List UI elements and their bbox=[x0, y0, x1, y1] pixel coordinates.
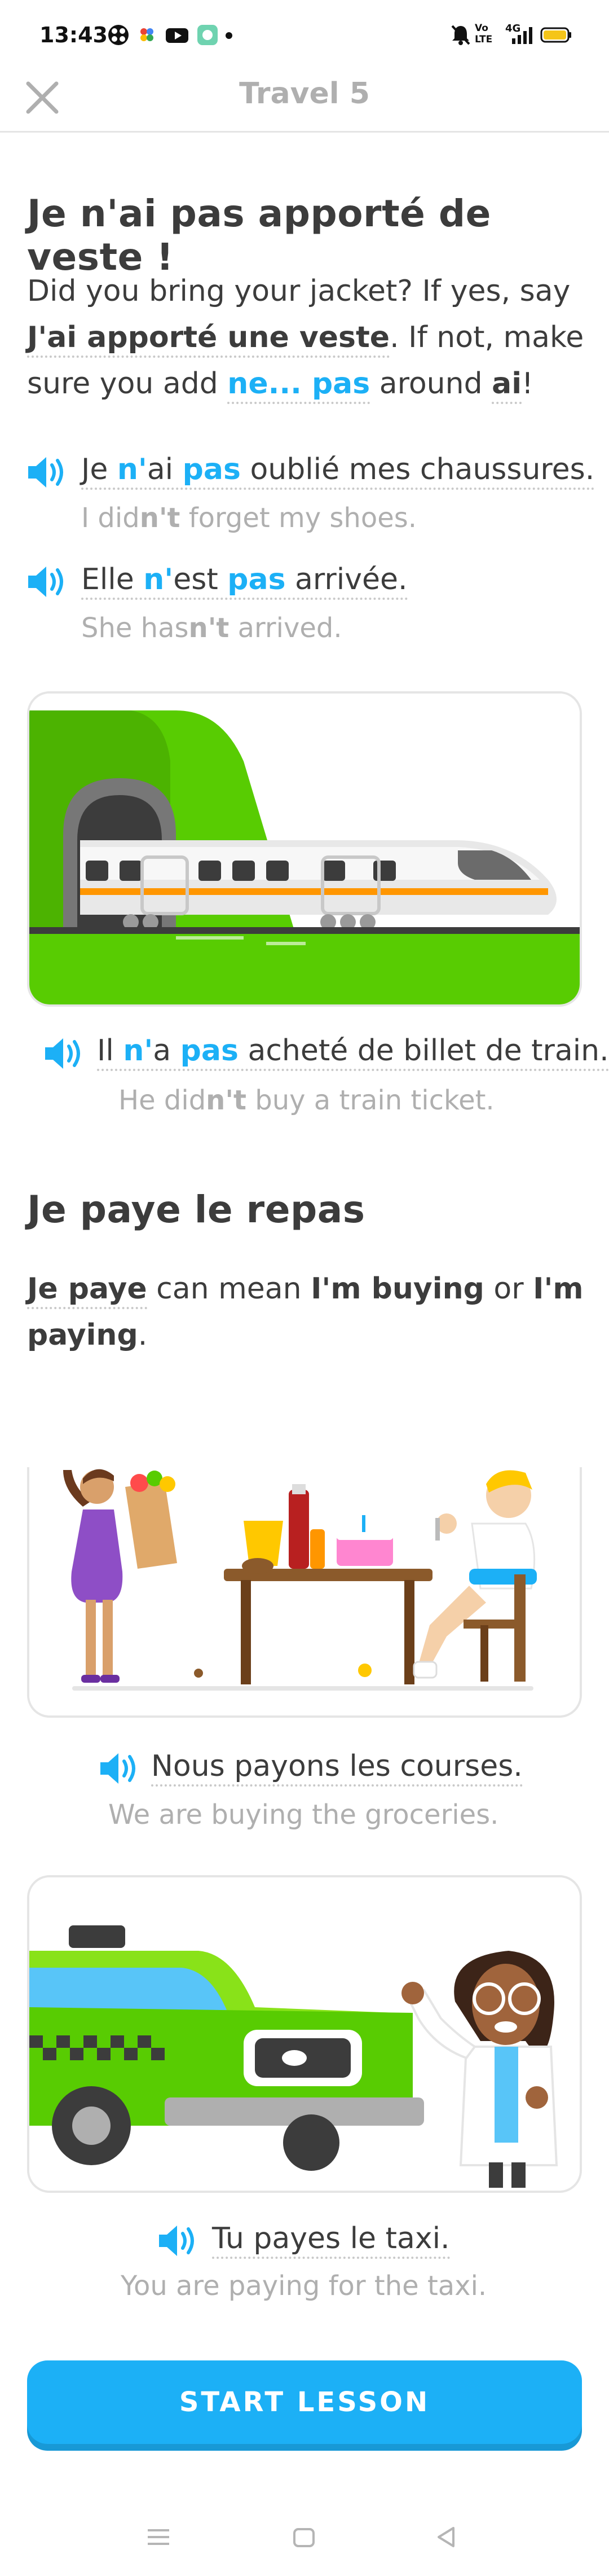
section-title-negation: Je n'ai pas apporté de veste ! bbox=[27, 192, 491, 279]
header-divider bbox=[0, 131, 609, 133]
status-time: 13:43 bbox=[39, 23, 108, 47]
section-description: Je paye can mean I'm buying or I'm payin… bbox=[27, 1272, 584, 1352]
speaker-icon[interactable] bbox=[97, 1751, 140, 1786]
speaker-icon[interactable] bbox=[25, 455, 68, 490]
example-sentence[interactable]: Tu payes le taxi. bbox=[212, 2222, 450, 2259]
pinwheel-notification-icon bbox=[140, 28, 153, 41]
more-notifications-dot-icon bbox=[226, 32, 232, 39]
back-icon[interactable] bbox=[434, 2525, 457, 2549]
example-translation: We are buying the groceries. bbox=[108, 1799, 499, 1831]
menu-icon[interactable] bbox=[147, 2527, 170, 2547]
intro-text: ! bbox=[522, 367, 533, 401]
intro-text: sure you add bbox=[27, 367, 228, 401]
intro-text: around bbox=[370, 367, 492, 401]
intro-highlight-ne-pas[interactable]: ne... pas bbox=[227, 367, 370, 404]
illustration-card-train bbox=[27, 691, 582, 1007]
intro-bold-ai[interactable]: ai bbox=[492, 367, 522, 404]
example-translation: He didn't buy a train ticket. bbox=[118, 1085, 495, 1116]
intro-text: Did you bring your jacket? If yes, say bbox=[27, 274, 571, 308]
battery-icon bbox=[540, 27, 571, 43]
groceries-illustration bbox=[29, 1467, 580, 1715]
home-icon[interactable] bbox=[292, 2527, 316, 2548]
example-sentence[interactable]: Nous payons les courses. bbox=[151, 1749, 523, 1787]
example-sentence[interactable]: Elle n'est pas arrivée. bbox=[81, 563, 408, 600]
page-title: Travel 5 bbox=[239, 77, 370, 111]
chat-notification-icon bbox=[197, 25, 218, 45]
intro-bold-phrase[interactable]: J'ai apporté une veste bbox=[27, 321, 390, 358]
speaker-icon[interactable] bbox=[42, 1036, 85, 1071]
illustration-card-taxi bbox=[27, 1875, 582, 2193]
app-notification-icon bbox=[108, 25, 129, 45]
speaker-icon[interactable] bbox=[156, 2223, 198, 2258]
taxi-illustration bbox=[29, 1877, 580, 2191]
system-nav-bar bbox=[0, 2505, 609, 2576]
section-title-payer: Je paye le repas bbox=[27, 1188, 365, 1231]
train-illustration bbox=[29, 694, 580, 1004]
speaker-icon[interactable] bbox=[25, 564, 68, 599]
signal-icon bbox=[512, 27, 532, 44]
youtube-notification-icon bbox=[166, 28, 188, 43]
start-lesson-button[interactable]: START LESSON bbox=[27, 2360, 582, 2444]
example-translation: You are paying for the taxi. bbox=[121, 2270, 487, 2302]
status-bar: 13:43 Vo LTE 4G bbox=[0, 0, 609, 73]
illustration-card-groceries bbox=[27, 1467, 582, 1718]
mute-bell-icon bbox=[451, 25, 470, 45]
bold-je-paye[interactable]: Je paye bbox=[27, 1272, 147, 1309]
example-sentence[interactable]: Je n'ai pas oublié mes chaussures. bbox=[81, 453, 595, 490]
intro-text: . If not, make bbox=[390, 321, 584, 354]
example-translation: She hasn't arrived. bbox=[81, 612, 342, 644]
example-translation: I didn't forget my shoes. bbox=[81, 502, 417, 534]
section-intro-text: Did you bring your jacket? If yes, say J… bbox=[27, 268, 585, 407]
volte-label: Vo LTE bbox=[475, 23, 493, 45]
example-sentence[interactable]: Il n'a pas acheté de billet de train. bbox=[97, 1034, 609, 1071]
